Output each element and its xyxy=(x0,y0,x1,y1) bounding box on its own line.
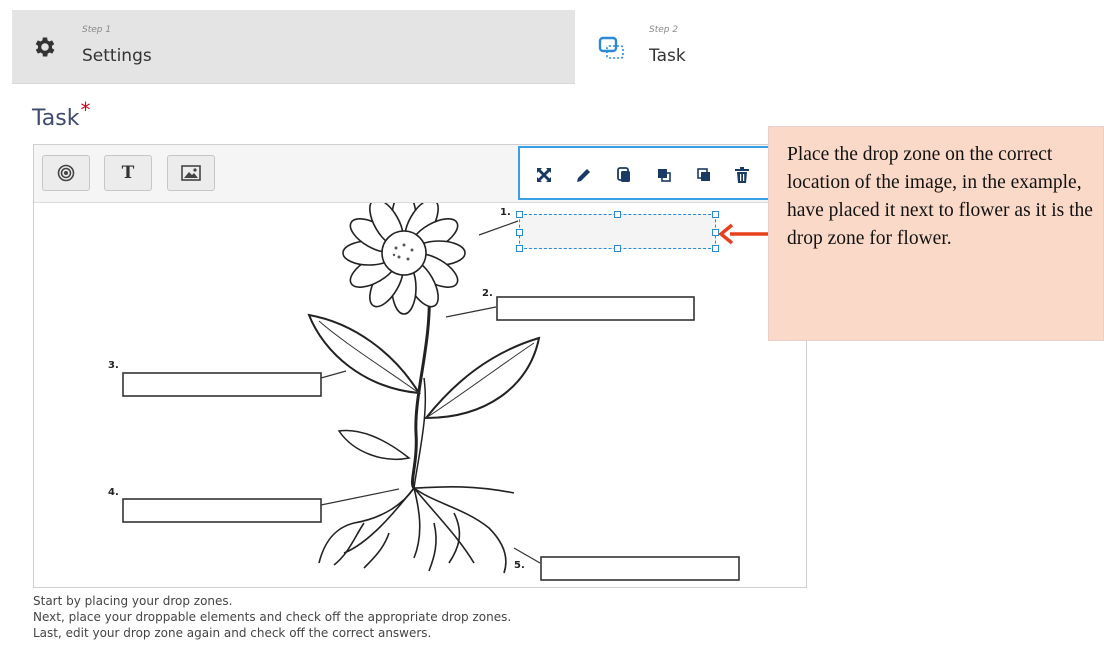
resize-handle[interactable] xyxy=(516,245,523,252)
move-icon[interactable] xyxy=(534,165,554,185)
delete-icon[interactable] xyxy=(732,165,752,185)
edit-icon[interactable] xyxy=(574,165,594,185)
label-box-4 xyxy=(122,498,322,523)
wizard-steps: Step 1 Settings Step 2 Task xyxy=(12,10,910,84)
callout-text: Place the drop zone on the correct locat… xyxy=(787,144,1093,249)
annotation-callout: Place the drop zone on the correct locat… xyxy=(768,126,1104,341)
required-mark: * xyxy=(80,98,91,122)
resize-handle[interactable] xyxy=(712,245,719,252)
label-box-2 xyxy=(496,296,695,321)
instruction-line: Last, edit your drop zone again and chec… xyxy=(33,626,432,641)
task-canvas[interactable]: 1. 2. 3. 4. 5. xyxy=(34,191,806,587)
instructions: Start by placing your drop zones. Next, … xyxy=(33,593,511,642)
arrow-icon xyxy=(718,223,768,245)
gear-icon xyxy=(35,37,55,57)
add-text-button[interactable]: T xyxy=(104,155,152,191)
resize-handle[interactable] xyxy=(516,211,523,218)
drop-zone-toolbar xyxy=(518,146,780,200)
label-number-3: 3. xyxy=(108,360,119,371)
task-heading: Task* xyxy=(32,98,90,131)
label-number-4: 4. xyxy=(108,487,119,498)
task-heading-text: Task xyxy=(32,106,80,131)
copy-icon[interactable] xyxy=(614,165,634,185)
label-number-2: 2. xyxy=(482,288,493,299)
resize-handle[interactable] xyxy=(614,245,621,252)
label-box-3 xyxy=(122,372,322,397)
step-task[interactable]: Step 2 Task xyxy=(575,10,910,83)
step-label: Task xyxy=(649,46,686,66)
selected-drop-zone[interactable] xyxy=(516,211,719,252)
instruction-line: Start by placing your drop zones. xyxy=(33,594,233,608)
resize-handle[interactable] xyxy=(712,211,719,218)
plant-diagram-image: 1. 2. 3. 4. 5. xyxy=(108,191,740,581)
text-icon: T xyxy=(121,163,135,183)
add-drop-zone-button[interactable] xyxy=(42,155,90,191)
instruction-line: Next, place your droppable elements and … xyxy=(33,610,512,625)
step-settings[interactable]: Step 1 Settings xyxy=(12,10,575,84)
label-number-5: 5. xyxy=(514,560,525,571)
resize-handle[interactable] xyxy=(614,211,621,218)
resize-handle[interactable] xyxy=(516,229,523,236)
task-editor: T 1. 2. 3. 4. 5. xyxy=(33,144,807,588)
image-icon xyxy=(181,165,201,181)
step-number: Step 2 xyxy=(649,25,679,35)
add-image-button[interactable] xyxy=(167,155,215,191)
label-number-1: 1. xyxy=(500,207,511,218)
send-to-front-icon[interactable] xyxy=(654,165,674,185)
step-label: Settings xyxy=(82,46,152,66)
drop-zone-icon xyxy=(57,164,75,182)
send-to-back-icon[interactable] xyxy=(694,165,714,185)
step-number: Step 1 xyxy=(82,25,112,35)
label-box-5 xyxy=(540,556,740,581)
drop-zone-icon xyxy=(598,36,624,59)
